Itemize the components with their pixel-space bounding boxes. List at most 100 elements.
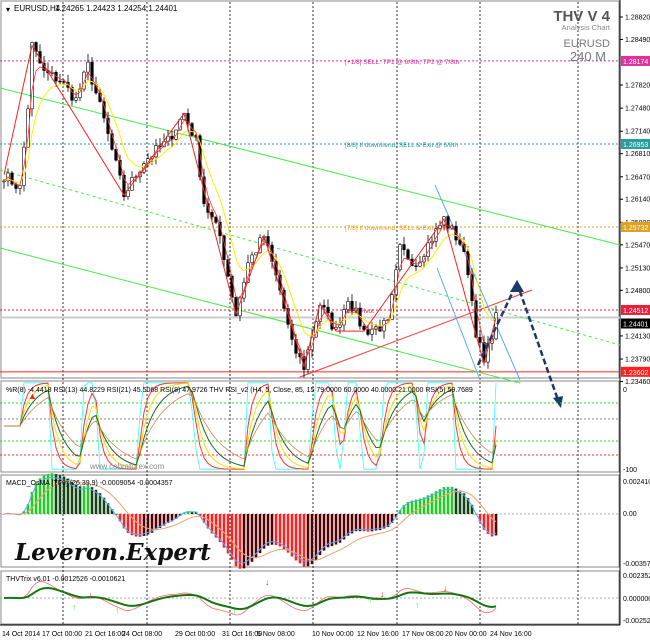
macd-histogram-bar: [366, 514, 370, 532]
price-tick-label: 1.25470: [625, 242, 650, 249]
macd-histogram-bar: [254, 514, 258, 559]
price-tick-label: 1.28490: [625, 37, 650, 44]
macd-histogram-bar: [258, 514, 262, 554]
chart-window: [+1/8] SELL: TP1 @ 8/8th, TP2 @ 7/8th [8/…: [0, 0, 650, 640]
time-tick-label: 12 Nov 16:00: [357, 631, 399, 638]
price-tick-label: 1.26810: [625, 151, 650, 158]
time-tick-label: 10 Nov 00:00: [312, 631, 354, 638]
trix-axis-label: 0.002352: [623, 573, 650, 580]
macd-histogram-bar: [450, 486, 454, 514]
candle-body: [110, 133, 114, 150]
signal-arrow-icon: ↑: [232, 606, 237, 616]
macd-histogram-bar: [270, 514, 274, 545]
candle-body: [74, 97, 78, 101]
time-tick-label: 24 Nov 16:00: [490, 631, 532, 638]
signal-arrow-icon: ↓: [380, 589, 385, 599]
candle-body: [478, 336, 482, 343]
signal-arrow-icon: ↑: [115, 605, 120, 615]
macd-histogram-bar: [314, 514, 318, 561]
candle-body: [362, 325, 366, 330]
macd-histogram-bar: [338, 514, 342, 543]
candle-body: [326, 306, 330, 314]
macd-histogram-bar: [266, 514, 270, 546]
candle-body: [366, 329, 370, 335]
price-tick-label: 1.24130: [625, 333, 650, 340]
macd-histogram-bar: [418, 498, 422, 514]
macd-histogram-bar: [146, 514, 150, 535]
signal-arrow-icon: ↑: [368, 595, 373, 605]
candle-body: [322, 304, 326, 308]
price-tick-label: 1.27820: [625, 83, 650, 90]
macd-histogram-bar: [86, 485, 90, 514]
time-tick-label: 17 Oct 00:00: [42, 631, 82, 638]
macd-histogram-bar: [282, 514, 286, 550]
candle-body: [58, 80, 62, 83]
price-tick-label: 1.28820: [625, 15, 650, 22]
macd-histogram-bar: [318, 514, 322, 555]
macd-histogram-bar: [134, 514, 138, 537]
candle-body: [18, 185, 22, 189]
macd-histogram-bar: [234, 514, 238, 567]
symbol-label: EURUSD,H4: [14, 4, 61, 13]
macd-histogram-bar: [302, 514, 306, 567]
price-tick-label: 1.23460: [625, 379, 650, 386]
candle-body: [494, 312, 498, 340]
macd-histogram-bar: [90, 487, 94, 514]
macd-histogram-bar: [494, 514, 498, 536]
symbol-menu-icon[interactable]: ▾: [6, 5, 10, 14]
macd-histogram-bar: [446, 486, 450, 514]
price-tick-label: 1.26140: [625, 197, 650, 204]
watermark-logo: Leveron.Expert: [14, 539, 211, 566]
price-tag-label: 1.24512: [623, 308, 648, 315]
candle-body: [10, 172, 14, 185]
ohlc-label: 1.24265 1.24423 1.24254 1.24401: [55, 4, 178, 13]
candle-body: [430, 240, 434, 244]
level-label: [8/8] If downtrend, SELL & Exit @ 6/8th: [345, 142, 458, 149]
brand-subtitle: Analysis Chart: [562, 23, 611, 32]
candle-body: [250, 254, 254, 264]
macd-histogram-bar: [82, 486, 86, 514]
macd-histogram-bar: [362, 514, 366, 532]
rsi-axis-label: 0: [623, 387, 627, 394]
macd-histogram-bar: [326, 514, 330, 548]
macd-histogram-bar: [78, 486, 82, 514]
candle-body: [86, 61, 90, 73]
time-tick-label: 21 Oct 16:00: [85, 631, 125, 638]
macd-histogram-bar: [322, 514, 326, 551]
candle-body: [406, 249, 410, 260]
price-tick-label: 1.25130: [625, 265, 650, 272]
macd-label: MACD_OsMA [TF0] (26,39,9) -0.0009054 -0.…: [6, 480, 173, 487]
time-tick-label: 24 Oct 08:00: [122, 631, 162, 638]
signal-arrow-icon: ↑: [415, 600, 420, 610]
price-tag-label: 1.23602: [623, 370, 648, 377]
macd-histogram-bar: [354, 514, 358, 532]
macd-histogram-bar: [286, 514, 290, 553]
macd-histogram-bar: [230, 514, 234, 560]
candle-body: [2, 180, 6, 183]
macd-histogram-bar: [434, 491, 438, 514]
price-tick-label: 1.23790: [625, 357, 650, 364]
macd-axis-label: 0.002410: [623, 479, 650, 486]
price-tag-label: 1.28174: [623, 59, 648, 66]
macd-histogram-bar: [142, 514, 146, 536]
price-tag-label: 1.26953: [623, 142, 648, 149]
macd-histogram-bar: [442, 487, 446, 514]
signal-arrow-icon: ↓: [88, 590, 93, 600]
macd-histogram-bar: [238, 514, 242, 569]
time-tick-label: 5 Nov 08:00: [257, 631, 295, 638]
price-tick-label: 1.27140: [625, 129, 650, 136]
macd-histogram-bar: [370, 514, 374, 532]
signal-arrow-icon: ↓: [265, 577, 270, 587]
rsi-label: %R(8) -4.4418 RSI(13) 44.8229 RSI(21) 45…: [6, 387, 473, 394]
time-tick-label: 17 Nov 08:00: [402, 631, 444, 638]
macd-histogram-bar: [430, 493, 434, 514]
time-tick-label: 29 Oct 00:00: [175, 631, 215, 638]
trix-label: THVTrix v6.01 -0.0012526 -0.0010621: [6, 576, 125, 583]
time-tick-label: 14 Oct 2014: [2, 631, 40, 638]
price-tick-label: 1.27480: [625, 106, 650, 113]
candle-body: [346, 301, 350, 310]
rsi-axis-label: -100: [623, 467, 637, 474]
signal-arrow-icon: ↑: [72, 602, 77, 612]
candle-body: [370, 329, 374, 335]
price-tag-label: 1.24401: [623, 321, 648, 328]
